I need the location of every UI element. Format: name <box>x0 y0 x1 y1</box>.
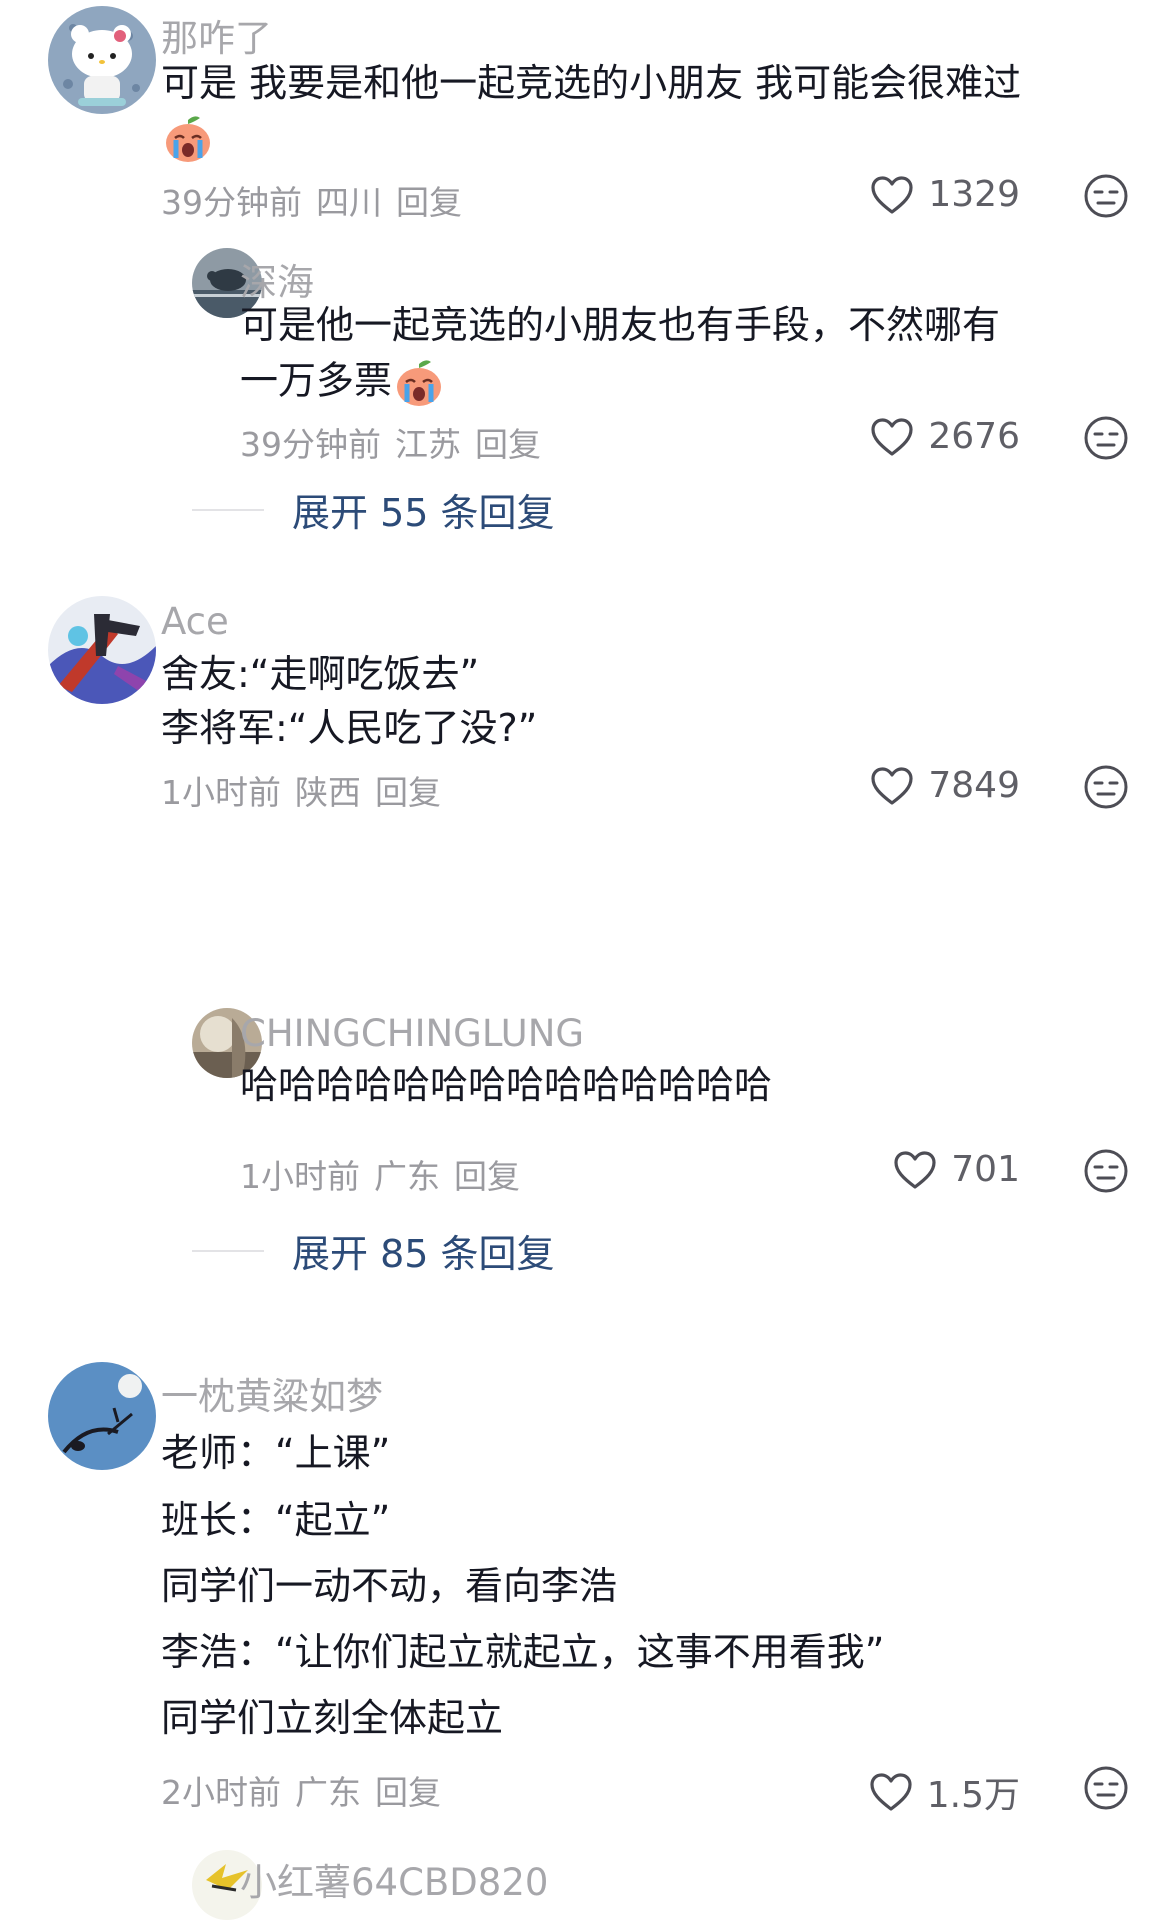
like-count: 2676 <box>928 416 1020 457</box>
comment-text: 可是 我要是和他一起竞选的小朋友 我可能会很难过 <box>161 61 1022 105</box>
reply-button[interactable]: 回复 <box>375 1773 441 1812</box>
comment-meta: 2小时前 广东 回复 <box>161 1766 455 1814</box>
reply-button[interactable]: 回复 <box>375 773 441 812</box>
timestamp: 1小时前 <box>161 773 281 812</box>
avatar[interactable] <box>48 596 156 704</box>
comment-text: 同学们立刻全体起立 <box>161 1696 504 1740</box>
expand-replies-label[interactable]: 展开 55 条回复 <box>292 482 555 537</box>
comment-meta: 1小时前 陕西 回复 <box>161 766 455 814</box>
reply-button[interactable]: 回复 <box>454 1157 520 1196</box>
username[interactable]: 一枕黄粱如梦 <box>161 1366 383 1420</box>
like-button[interactable]: 701 <box>893 1149 1020 1190</box>
comment-text: 老师：“上课” <box>161 1431 391 1475</box>
location: 陕西 <box>295 773 361 812</box>
neutral-face-icon[interactable] <box>1082 1764 1130 1812</box>
neutral-face-icon[interactable] <box>1082 172 1130 220</box>
location: 四川 <box>316 183 382 222</box>
heart-outline-icon <box>871 175 913 214</box>
username[interactable]: CHINGCHINGLUNG <box>240 1012 584 1055</box>
comment-text: 李浩：“让你们起立就起立，这事不用看我” <box>161 1630 885 1674</box>
like-count: 701 <box>951 1149 1020 1190</box>
crying-peach-emoji-icon <box>161 112 215 166</box>
timestamp: 39分钟前 <box>240 425 381 464</box>
like-button[interactable]: 1.5万 <box>869 1766 1020 1818</box>
comment-text: 哈哈哈哈哈哈哈哈哈哈哈哈哈哈 <box>240 1063 773 1107</box>
comment-meta: 39分钟前 四川 回复 <box>161 176 476 224</box>
divider <box>192 508 264 511</box>
comment-text: 舍友:“走啊吃饭去” <box>161 652 480 696</box>
neutral-face-icon[interactable] <box>1082 1147 1130 1195</box>
heart-outline-icon <box>871 417 913 456</box>
avatar[interactable] <box>48 1362 156 1470</box>
username[interactable]: Ace <box>161 600 229 643</box>
heart-outline-icon <box>894 1150 936 1189</box>
like-count: 1.5万 <box>926 1775 1020 1816</box>
comment-text: 同学们一动不动，看向李浩 <box>161 1564 618 1608</box>
like-count: 1329 <box>928 174 1020 215</box>
reply-button[interactable]: 回复 <box>396 183 462 222</box>
heart-outline-icon <box>870 1773 912 1811</box>
timestamp: 2小时前 <box>161 1773 281 1812</box>
heart-outline-icon <box>871 766 913 805</box>
username[interactable]: 深海 <box>240 252 314 306</box>
like-button[interactable]: 7849 <box>870 765 1020 806</box>
expand-replies-button[interactable]: 展开 85 条回复 <box>192 1223 555 1278</box>
neutral-face-icon[interactable] <box>1082 414 1130 462</box>
location: 广东 <box>374 1157 440 1196</box>
timestamp: 39分钟前 <box>161 183 302 222</box>
reply-button[interactable]: 回复 <box>475 425 541 464</box>
comment-meta: 39分钟前 江苏 回复 <box>240 418 555 466</box>
crying-peach-emoji-icon <box>392 356 446 410</box>
comment-text: 一万多票 <box>240 356 446 410</box>
divider <box>192 1249 264 1252</box>
username[interactable]: 小红薯64CBD820 <box>240 1852 548 1906</box>
comment-text: 可是他一起竞选的小朋友也有手段，不然哪有 <box>240 303 1001 347</box>
timestamp: 1小时前 <box>240 1157 360 1196</box>
expand-replies-button[interactable]: 展开 55 条回复 <box>192 482 555 537</box>
username[interactable]: 那咋了 <box>161 8 272 62</box>
comment-meta: 1小时前 广东 回复 <box>240 1150 534 1198</box>
like-button[interactable]: 2676 <box>870 416 1020 457</box>
expand-replies-label[interactable]: 展开 85 条回复 <box>292 1223 555 1278</box>
comment-text: 班长：“起立” <box>161 1498 391 1542</box>
neutral-face-icon[interactable] <box>1082 763 1130 811</box>
comment-text-line: 一万多票 <box>240 358 393 403</box>
avatar[interactable] <box>48 6 156 114</box>
location: 广东 <box>295 1773 361 1812</box>
emoji-line <box>161 112 215 166</box>
like-count: 7849 <box>928 765 1020 806</box>
location: 江苏 <box>395 425 461 464</box>
like-button[interactable]: 1329 <box>870 174 1020 215</box>
comment-text: 李将军:“人民吃了没?” <box>161 706 538 750</box>
